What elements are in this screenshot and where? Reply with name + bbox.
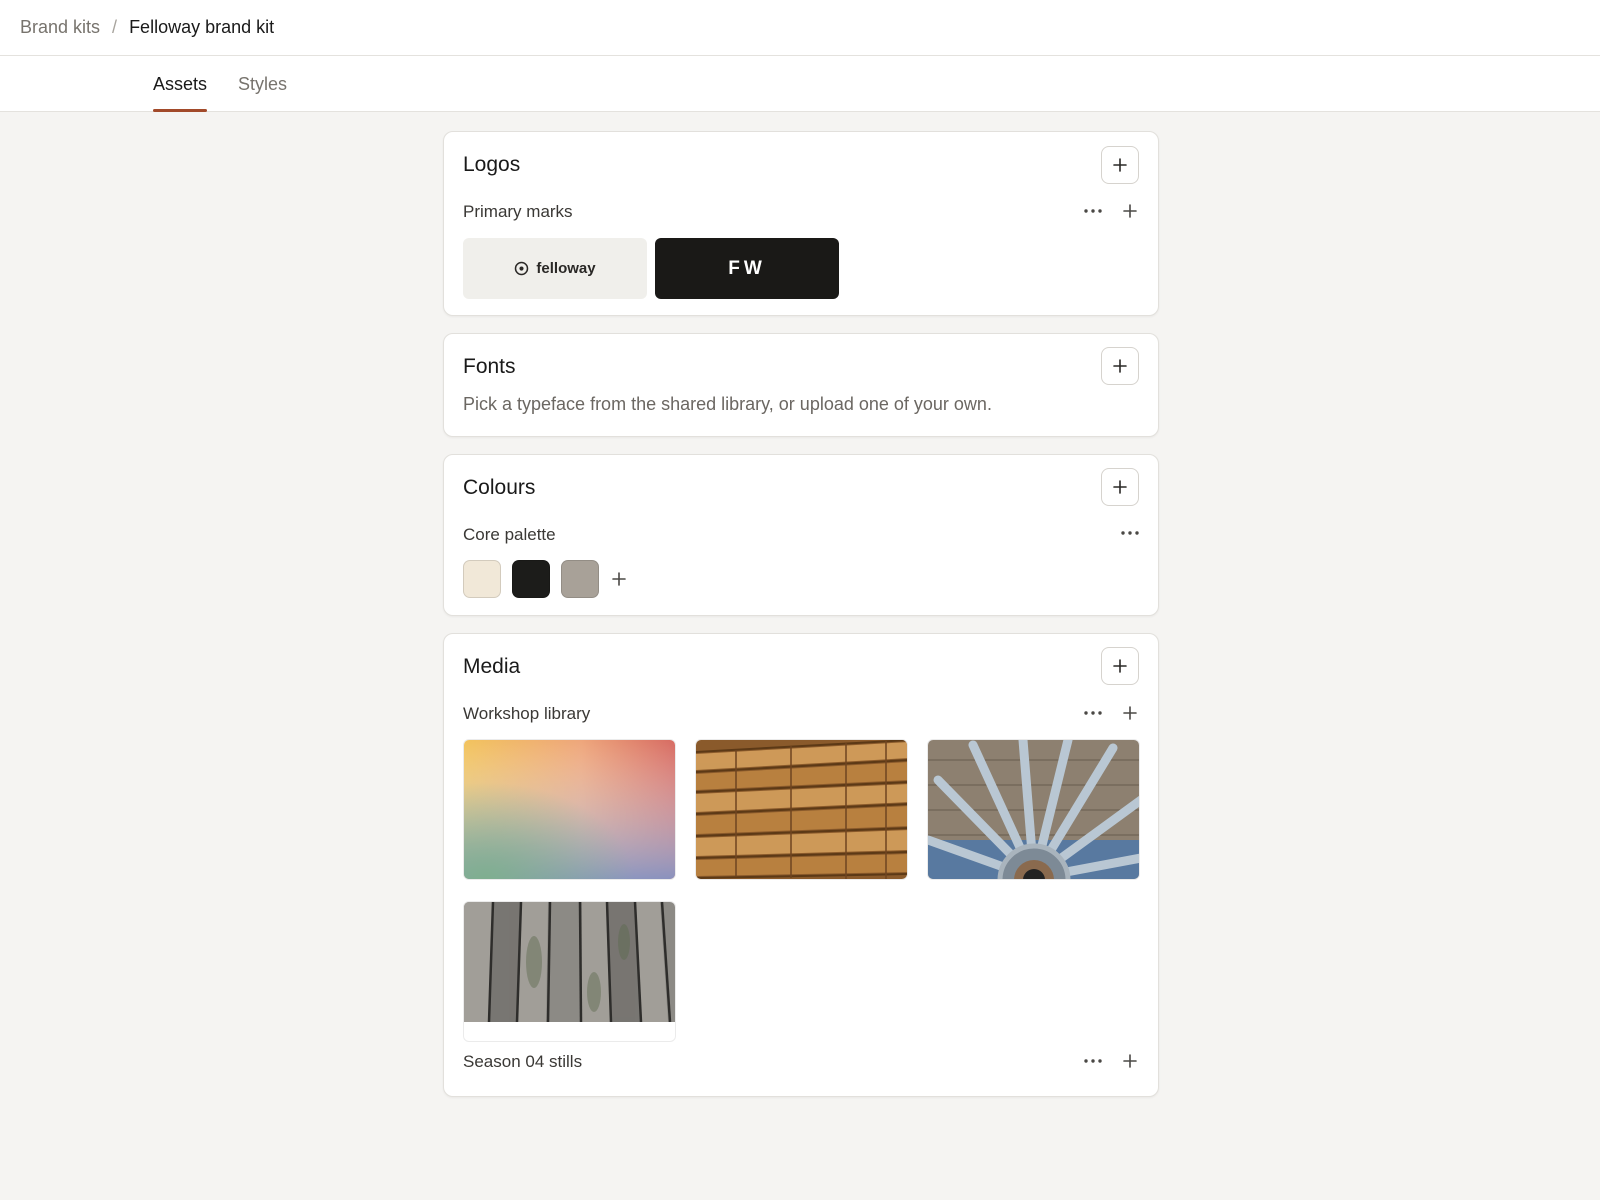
media-image-wheel[interactable] (927, 739, 1140, 880)
more-icon (1084, 209, 1102, 213)
media-card: Media Workshop library Season 04 stills (443, 633, 1159, 1097)
fonts-card: Fonts Pick a typeface from the shared li… (443, 333, 1159, 437)
add-logo-button[interactable] (1101, 146, 1139, 184)
breadcrumb-separator: / (112, 17, 118, 37)
plus-icon (1113, 158, 1127, 172)
primary-marks-label: Primary marks (463, 202, 573, 221)
more-icon (1084, 711, 1102, 715)
tab-bar: Assets Styles (0, 56, 1600, 112)
breadcrumb-brand-kits-link[interactable]: Brand kits (20, 17, 100, 38)
colour-swatch-1[interactable] (463, 560, 501, 598)
plus-icon (1113, 659, 1127, 673)
media-image-planks[interactable] (463, 901, 676, 1042)
media-title: Media (463, 655, 521, 678)
media-image-gradient[interactable] (463, 739, 676, 880)
more-icon (1084, 1059, 1102, 1063)
colours-card: Colours Core palette (443, 454, 1159, 616)
season-04-stills-add-button[interactable] (1117, 1048, 1143, 1074)
core-palette-label: Core palette (463, 525, 556, 544)
fonts-title: Fonts (463, 355, 516, 378)
more-icon (1121, 531, 1139, 535)
logo-monogram-tile[interactable]: FW (655, 238, 839, 299)
logos-title: Logos (463, 153, 521, 176)
breadcrumb: Brand kits / Felloway brand kit (20, 17, 274, 38)
add-colour-button[interactable] (1101, 468, 1139, 506)
circle-dot-icon (515, 261, 529, 276)
colour-swatch-3[interactable] (561, 560, 599, 598)
workshop-library-label: Workshop library (463, 704, 591, 723)
plus-icon (1123, 204, 1137, 218)
top-bar: Brand kits / Felloway brand kit (0, 0, 1600, 56)
logos-card: Logos Primary marks felloway FW (443, 131, 1159, 316)
add-swatch-button[interactable] (606, 566, 632, 592)
plus-icon (1123, 1054, 1137, 1068)
core-palette-more-button[interactable] (1117, 520, 1143, 546)
media-image-lumber[interactable] (695, 739, 908, 880)
season-04-stills-label: Season 04 stills (463, 1052, 583, 1071)
season-04-stills-more-button[interactable] (1080, 1048, 1106, 1074)
logo-wordmark-text: felloway (536, 260, 596, 277)
tab-assets[interactable]: Assets (153, 56, 208, 112)
colour-swatch-2[interactable] (512, 560, 550, 598)
plus-icon (1113, 359, 1127, 373)
colours-title: Colours (463, 476, 536, 499)
logo-wordmark-tile[interactable]: felloway (463, 238, 647, 299)
plus-icon (612, 572, 626, 586)
breadcrumb-current: Felloway brand kit (129, 17, 275, 37)
fonts-description: Pick a typeface from the shared library,… (463, 394, 992, 414)
workshop-library-add-button[interactable] (1117, 700, 1143, 726)
primary-marks-add-button[interactable] (1117, 198, 1143, 224)
tab-styles[interactable]: Styles (238, 56, 287, 112)
plus-icon (1113, 480, 1127, 494)
add-media-button[interactable] (1101, 647, 1139, 685)
logo-monogram-text: FW (728, 257, 766, 279)
workshop-library-more-button[interactable] (1080, 700, 1106, 726)
add-font-button[interactable] (1101, 347, 1139, 385)
plus-icon (1123, 706, 1137, 720)
primary-marks-more-button[interactable] (1080, 198, 1106, 224)
